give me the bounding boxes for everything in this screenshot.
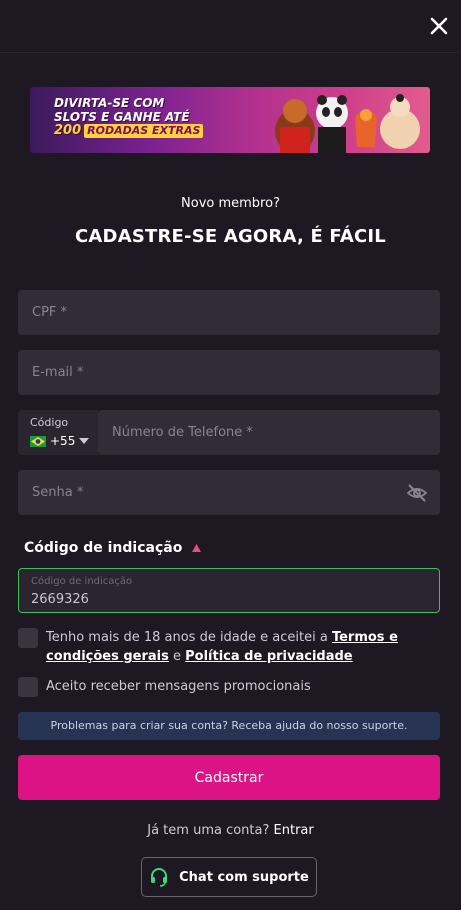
- email-field-container: [18, 350, 440, 395]
- referral-code-field-container: Código de indicação: [18, 568, 440, 613]
- terms-prefix: Tenho mais de 18 anos de idade e aceitei…: [46, 630, 332, 645]
- referral-code-field[interactable]: [19, 587, 439, 611]
- banner-characters-illustration: [275, 94, 420, 153]
- terms-consent-row: Tenho mais de 18 anos de idade e aceitei…: [18, 628, 438, 666]
- top-bar: [0, 0, 461, 53]
- phone-field-container: [98, 410, 440, 455]
- referral-code-toggle[interactable]: Código de indicação: [24, 540, 202, 556]
- password-field[interactable]: [18, 470, 440, 515]
- caret-down-icon: [79, 438, 90, 444]
- banner-number: 200: [54, 123, 82, 138]
- terms-text: Tenho mais de 18 anos de idade e aceitei…: [46, 628, 438, 666]
- banner-highlight: RODADAS EXTRAS: [84, 124, 204, 138]
- cpf-field[interactable]: [18, 290, 440, 335]
- password-field-container: [18, 470, 440, 515]
- headset-icon: [151, 868, 168, 887]
- cpf-field-container: [18, 290, 440, 335]
- support-chat-label: Chat com suporte: [179, 869, 309, 885]
- login-prompt-text: Já tem uma conta?: [147, 823, 274, 838]
- referral-code-label: Código de indicação: [31, 576, 133, 587]
- close-icon: [430, 17, 448, 35]
- login-link[interactable]: Entrar: [274, 823, 314, 838]
- terms-and: e: [168, 649, 186, 664]
- terms-checkbox[interactable]: [18, 628, 38, 648]
- promo-consent-row: Aceito receber mensagens promocionais: [18, 677, 311, 697]
- email-field[interactable]: [18, 350, 440, 395]
- phone-row: Código +55: [18, 410, 440, 455]
- close-button[interactable]: [427, 14, 451, 38]
- brazil-flag-icon: [30, 435, 46, 447]
- country-code-value: +55: [50, 434, 76, 448]
- support-chat-button[interactable]: Chat com suporte: [141, 857, 317, 897]
- referral-toggle-label: Código de indicação: [24, 540, 183, 556]
- promo-checkbox[interactable]: [18, 677, 38, 697]
- banner-line-2: SLOTS E GANHE ATÉ: [54, 110, 190, 124]
- new-member-label: Novo membro?: [181, 196, 280, 211]
- eye-off-icon: [406, 484, 428, 502]
- support-help-banner[interactable]: Problemas para criar sua conta? Receba a…: [18, 712, 440, 740]
- toggle-password-visibility-button[interactable]: [406, 482, 428, 504]
- banner-text: DIVIRTA-SE COM SLOTS E GANHE ATÉ 200 ROD…: [54, 96, 254, 138]
- triangle-up-icon: [192, 544, 202, 552]
- banner-line-1: DIVIRTA-SE COM: [54, 96, 165, 110]
- privacy-policy-link[interactable]: Política de privacidade: [185, 649, 352, 664]
- country-code-label: Código: [30, 416, 69, 429]
- page-title: CADASTRE-SE AGORA, É FÁCIL: [75, 226, 386, 247]
- promo-banner[interactable]: DIVIRTA-SE COM SLOTS E GANHE ATÉ 200 ROD…: [30, 87, 430, 153]
- country-code-select[interactable]: Código +55: [18, 410, 98, 455]
- register-button[interactable]: Cadastrar: [18, 755, 440, 800]
- promo-text: Aceito receber mensagens promocionais: [46, 679, 311, 694]
- login-prompt: Já tem uma conta? Entrar: [0, 823, 461, 838]
- phone-field[interactable]: [98, 410, 440, 455]
